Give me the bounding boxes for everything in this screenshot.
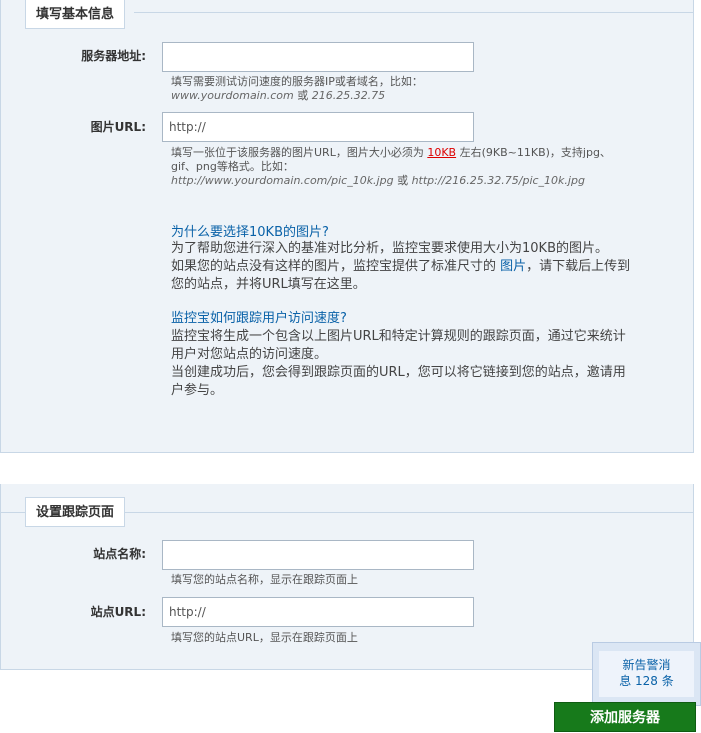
site-name-hint: 填写您的站点名称，显示在跟踪页面上 (171, 573, 358, 586)
standard-image-link[interactable]: 图片 (500, 259, 526, 274)
server-address-label: 服务器地址: (81, 49, 146, 63)
add-server-button[interactable]: 添加服务器 (554, 702, 696, 732)
divider (134, 12, 694, 13)
faq-why-10kb-answer: 为了帮助您进行深入的基准对比分析，监控宝要求使用大小为10KB的图片。 如果您的… (171, 241, 631, 292)
site-name-label: 站点名称: (93, 547, 146, 561)
10kb-link[interactable]: 10KB (427, 146, 456, 159)
site-name-input[interactable] (162, 540, 474, 570)
faq-why-10kb-question: 为什么要选择10KB的图片? (171, 225, 329, 240)
site-url-hint: 填写您的站点URL，显示在跟踪页面上 (171, 631, 358, 644)
site-url-label: 站点URL: (90, 605, 146, 619)
new-alerts-popup[interactable]: 新告警消 息 128 条 (592, 642, 701, 706)
server-address-input[interactable] (162, 42, 474, 72)
image-url-label: 图片URL: (90, 120, 146, 134)
server-address-hint: 填写需要测试访问速度的服务器IP或者域名，比如： www.yourdomain.… (171, 75, 423, 102)
new-alerts-text[interactable]: 新告警消 息 128 条 (599, 651, 694, 697)
image-url-input[interactable] (162, 112, 474, 142)
faq-tracking-answer: 监控宝将生成一个包含以上图片URL和特定计算规则的跟踪页面，通过它来统计 用户对… (171, 329, 626, 398)
site-url-input[interactable] (162, 597, 474, 627)
image-url-hint: 填写一张位于该服务器的图片URL，图片大小必须为 10KB 左右(9KB~11K… (171, 146, 611, 187)
section-title-basic-info: 填写基本信息 (25, 0, 126, 29)
section-title-tracking-page: 设置跟踪页面 (25, 497, 126, 527)
faq-tracking-question: 监控宝如何跟踪用户访问速度? (171, 311, 347, 326)
